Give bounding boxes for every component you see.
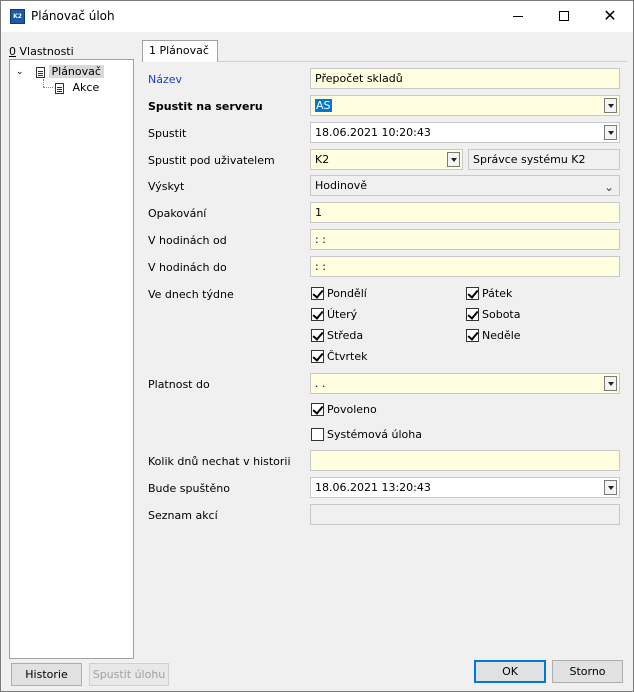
title-bar[interactable]: K2 Plánovač úloh ✕ [1, 1, 633, 32]
checkbox-streda[interactable]: Středa [311, 328, 363, 344]
hod-od-field[interactable]: : : [310, 229, 620, 250]
dropdown-arrow-icon[interactable] [604, 125, 617, 140]
tree-item-akce[interactable]: Akce [55, 80, 99, 96]
tree-item-label: Akce [72, 81, 100, 94]
tab-hotkey: 0 [9, 45, 16, 58]
user-value: K2 [315, 153, 330, 166]
user-select[interactable]: K2 [310, 149, 463, 170]
tree-item-label: Plánovač [48, 65, 104, 78]
checkbox-unchecked-icon[interactable] [311, 427, 324, 441]
hod-do-field[interactable]: : : [310, 256, 620, 277]
checkbox-checked-icon[interactable] [311, 328, 324, 342]
vyskyt-select[interactable]: Hodinově ⌄ [310, 175, 620, 196]
close-button[interactable]: ✕ [587, 1, 633, 31]
nazev-label: Název [148, 73, 183, 86]
checkbox-checked-icon[interactable] [311, 286, 324, 300]
checkbox-label: Pondělí [327, 287, 367, 300]
days-label: Ve dnech týdne [148, 288, 234, 301]
checkbox-checked-icon[interactable] [466, 307, 479, 321]
spustit-datetime[interactable]: 18.06.2021 10:20:43 [310, 122, 620, 143]
tab-vlastnosti-label: Vlastnosti [19, 45, 74, 58]
dropdown-arrow-icon[interactable] [447, 152, 460, 167]
checkbox-label: Neděle [482, 329, 521, 342]
maximize-icon [559, 11, 569, 21]
checkbox-label: Úterý [327, 308, 358, 321]
tree-connector [43, 87, 53, 88]
checkbox-label: Sobota [482, 308, 521, 321]
checkbox-ctvrtek[interactable]: Čtvrtek [311, 349, 367, 365]
tree-connector [43, 79, 44, 87]
checkbox-checked-icon[interactable] [311, 307, 324, 321]
platnost-label: Platnost do [148, 378, 210, 391]
server-value: AS [315, 99, 332, 112]
historie-button[interactable]: Historie [11, 663, 82, 686]
platnost-datetime[interactable]: . . [310, 373, 620, 394]
server-select[interactable]: AS [310, 95, 620, 116]
checkbox-checked-icon[interactable] [311, 349, 324, 363]
opakovani-label: Opakování [148, 207, 207, 220]
spustit-value: 18.06.2021 10:20:43 [315, 126, 431, 139]
bude-datetime: 18.06.2021 13:20:43 [310, 477, 620, 498]
checkbox-sobota[interactable]: Sobota [466, 307, 520, 323]
checkbox-patek[interactable]: Pátek [466, 286, 512, 302]
checkbox-pondeli[interactable]: Pondělí [311, 286, 367, 302]
checkbox-label: Středa [327, 329, 364, 342]
k2-app-icon: K2 [10, 9, 25, 24]
tab-planovac[interactable]: 1 Plánovač [142, 40, 218, 62]
tab-vlastnosti[interactable]: 0 Vlastnosti [9, 45, 74, 58]
window-title: Plánovač úloh [31, 9, 115, 23]
tree-view[interactable]: ⌄ Plánovač Akce [9, 59, 134, 659]
spustit-label: Spustit [148, 127, 187, 140]
bude-label: Bude spuštěno [148, 482, 230, 495]
hod-do-label: V hodinách do [148, 261, 227, 274]
checkbox-label: Čtvrtek [327, 350, 368, 363]
tab-divider [218, 61, 627, 62]
checkbox-checked-icon[interactable] [466, 286, 479, 300]
chevron-down-icon[interactable]: ⌄ [16, 68, 24, 77]
hod-od-label: V hodinách od [148, 234, 227, 247]
storno-button[interactable]: Storno [552, 660, 623, 683]
dropdown-arrow-icon[interactable] [604, 98, 617, 113]
historie-dny-field[interactable] [310, 450, 620, 471]
checkbox-label: Povoleno [327, 403, 377, 416]
seznam-label: Seznam akcí [148, 509, 218, 522]
tree-item-planovac[interactable]: ⌄ Plánovač [10, 64, 130, 80]
dropdown-arrow-icon[interactable] [604, 480, 617, 495]
minimize-icon [513, 16, 523, 17]
checkbox-checked-icon[interactable] [311, 402, 324, 416]
vyskyt-value: Hodinově [315, 179, 368, 192]
checkbox-utery[interactable]: Úterý [311, 307, 357, 323]
user-label: Spustit pod uživatelem [148, 154, 275, 167]
close-icon: ✕ [603, 6, 617, 25]
chevron-down-icon[interactable]: ⌄ [604, 178, 614, 195]
nazev-field[interactable]: Přepočet skladů [310, 68, 620, 89]
dialog-window: K2 Plánovač úloh ✕ 0 Vlastnosti ⌄ Plánov… [0, 0, 634, 692]
historie-dny-label: Kolik dnů nechat v historii [148, 455, 291, 468]
checkbox-povoleno[interactable]: Povoleno [311, 402, 377, 418]
server-label: Spustit na serveru [148, 100, 263, 113]
platnost-value: . . [315, 377, 326, 390]
maximize-button[interactable] [541, 1, 587, 31]
opakovani-field[interactable]: 1 [310, 202, 620, 223]
document-icon [55, 82, 64, 94]
checkbox-nedele[interactable]: Neděle [466, 328, 521, 344]
vyskyt-label: Výskyt [148, 180, 185, 193]
minimize-button[interactable] [495, 1, 541, 31]
document-icon [36, 66, 45, 78]
seznam-field [310, 504, 620, 525]
ok-button[interactable]: OK [474, 660, 546, 683]
user-description: Správce systému K2 [468, 149, 620, 170]
dropdown-arrow-icon[interactable] [604, 376, 617, 391]
spustit-ulohu-button[interactable]: Spustit úlohu [89, 663, 169, 686]
checkbox-systemova-uloha[interactable]: Systémová úloha [311, 427, 422, 443]
bude-value: 18.06.2021 13:20:43 [315, 481, 431, 494]
checkbox-checked-icon[interactable] [466, 328, 479, 342]
checkbox-label: Pátek [482, 287, 513, 300]
checkbox-label: Systémová úloha [327, 428, 422, 441]
